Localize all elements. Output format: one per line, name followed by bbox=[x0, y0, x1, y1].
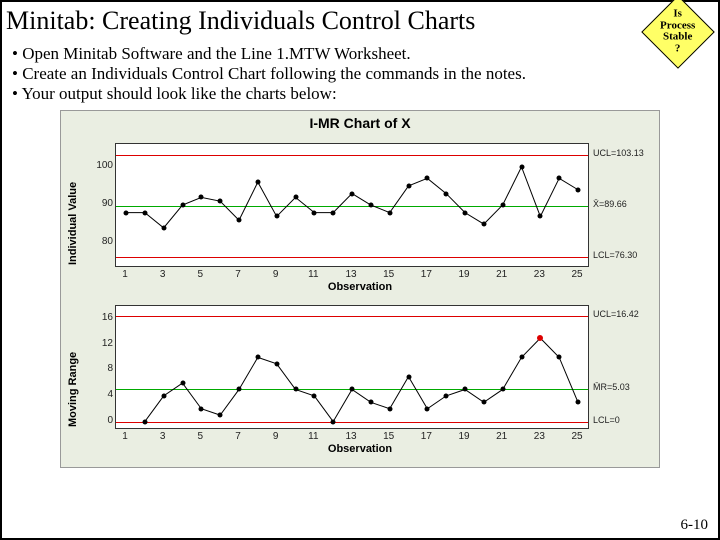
bullet-1: • Open Minitab Software and the Line 1.M… bbox=[12, 44, 710, 64]
xticks-1: 135791113151719212325 bbox=[115, 269, 589, 281]
imr-chart: I-MR Chart of X Individual Value 8090100… bbox=[60, 110, 660, 468]
chart-title: I-MR Chart of X bbox=[63, 115, 657, 131]
x-axis-label-2: Observation bbox=[63, 443, 657, 455]
instruction-list: • Open Minitab Software and the Line 1.M… bbox=[12, 44, 710, 104]
callout-l4: ? bbox=[660, 44, 695, 56]
yticks-2: 0481216 bbox=[83, 305, 113, 429]
individuals-chart-panel: Individual Value 8090100 UCL=103.13X̄=89… bbox=[63, 135, 657, 295]
x-axis-label-1: Observation bbox=[63, 281, 657, 293]
plot-area-1 bbox=[115, 143, 589, 267]
yticks-1: 8090100 bbox=[83, 143, 113, 267]
y-axis-label-2: Moving Range bbox=[67, 352, 79, 427]
plot-area-2 bbox=[115, 305, 589, 429]
right-labels-2: UCL=16.42M̄R=5.03LCL=0 bbox=[593, 305, 657, 429]
xticks-2: 135791113151719212325 bbox=[115, 431, 589, 443]
bullet-3: • Your output should look like the chart… bbox=[12, 84, 710, 104]
bullet-2: • Create an Individuals Control Chart fo… bbox=[12, 64, 710, 84]
right-labels-1: UCL=103.13X̄=89.66LCL=76.30 bbox=[593, 143, 657, 267]
moving-range-chart-panel: Moving Range 0481216 UCL=16.42M̄R=5.03LC… bbox=[63, 299, 657, 461]
y-axis-label-1: Individual Value bbox=[67, 182, 79, 265]
page-title: Minitab: Creating Individuals Control Ch… bbox=[6, 6, 718, 36]
page-number: 6-10 bbox=[681, 517, 709, 534]
